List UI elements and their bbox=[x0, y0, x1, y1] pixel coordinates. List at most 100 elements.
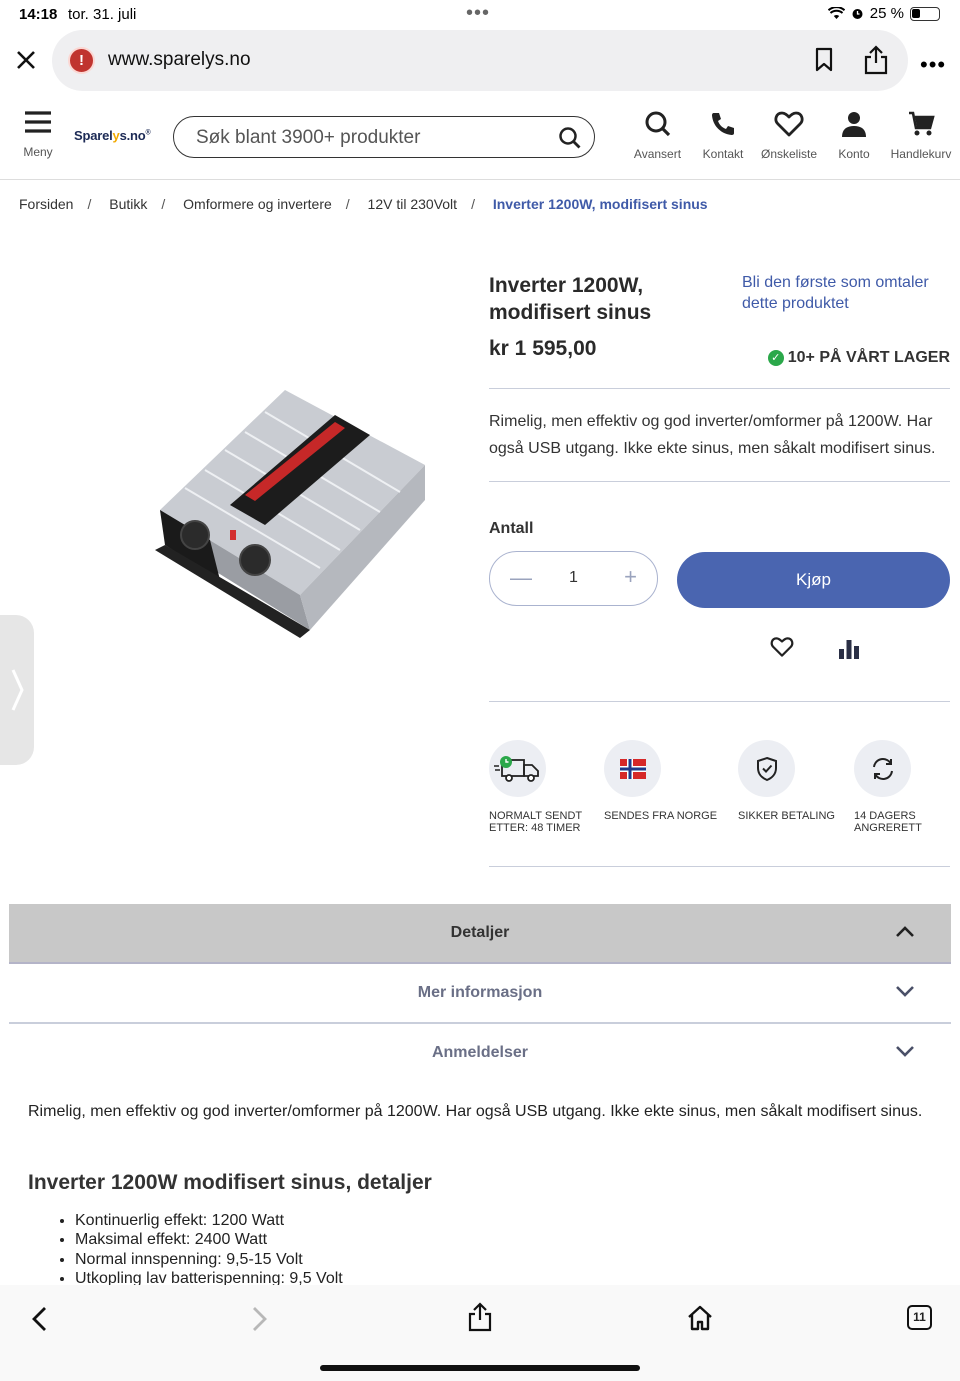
back-icon[interactable] bbox=[30, 1305, 50, 1333]
search-icon[interactable] bbox=[558, 126, 582, 150]
buy-button[interactable]: Kjøp bbox=[677, 552, 950, 608]
divider bbox=[489, 481, 950, 482]
divider bbox=[489, 388, 950, 389]
spec-item: Kontinuerlig effekt: 1200 Watt bbox=[75, 1211, 343, 1230]
browser-bar: ! www.sparelys.no ••• bbox=[0, 30, 960, 92]
breadcrumb-home[interactable]: Forsiden bbox=[19, 196, 73, 212]
nav-label-advanced: Avansert bbox=[633, 147, 682, 161]
refresh-icon bbox=[872, 757, 893, 780]
wishlist-heart-icon[interactable] bbox=[770, 636, 794, 658]
site-header: Meny Sparelys.no® Søk blant 3900+ produk… bbox=[0, 100, 960, 180]
side-drawer-tab[interactable] bbox=[0, 615, 34, 765]
minus-icon[interactable]: — bbox=[510, 565, 532, 591]
breadcrumb: Forsiden / Butikk / Omformere og invertere… bbox=[19, 196, 708, 212]
nav-advanced-search[interactable]: Avansert bbox=[630, 110, 685, 161]
logo-text-end: s.no bbox=[119, 128, 146, 143]
address-bar[interactable]: ! www.sparelys.no bbox=[52, 30, 908, 91]
tab-details-label: Detaljer bbox=[450, 924, 510, 941]
details-heading: Inverter 1200W modifisert sinus, detalje… bbox=[28, 1171, 432, 1194]
chevron-up-icon bbox=[896, 926, 914, 937]
tab-reviews[interactable]: Anmeldelser bbox=[9, 1024, 951, 1084]
nav-cart[interactable]: Handlekurv bbox=[888, 110, 954, 161]
usp-label: 14 DAGERS ANGRERETT bbox=[854, 810, 922, 834]
logo-text: Sparel bbox=[74, 128, 113, 143]
menu-label: Meny bbox=[23, 145, 53, 159]
user-icon bbox=[842, 112, 866, 137]
usp-label: SIKKER BETALING bbox=[738, 810, 835, 822]
more-options-icon[interactable]: ••• bbox=[920, 52, 946, 78]
nav-label-contact: Kontakt bbox=[702, 147, 744, 161]
usp-label: NORMALT SENDT ETTER: 48 TIMER bbox=[489, 810, 582, 834]
phone-icon bbox=[712, 113, 734, 135]
menu-button[interactable]: Meny bbox=[20, 110, 56, 159]
breadcrumb-shop[interactable]: Butikk bbox=[109, 196, 147, 212]
share-icon[interactable] bbox=[466, 1301, 494, 1333]
status-bar: 14:18 tor. 31. juli ••• 25 % bbox=[0, 0, 960, 28]
usp-label: SENDES FRA NORGE bbox=[604, 810, 718, 822]
compare-icon[interactable] bbox=[838, 638, 860, 660]
breadcrumb-current: Inverter 1200W, modifisert sinus bbox=[492, 196, 708, 212]
check-icon: ✓ bbox=[767, 350, 784, 366]
usp-delivery: NORMALT SENDT ETTER: 48 TIMER bbox=[489, 740, 604, 834]
nav-account[interactable]: Konto bbox=[834, 110, 874, 161]
divider bbox=[489, 866, 950, 867]
review-link[interactable]: Bli den første som omtaler dette produkt… bbox=[742, 272, 952, 314]
chevron-down-icon bbox=[896, 986, 914, 997]
product-title: Inverter 1200W, modifisert sinus bbox=[489, 274, 652, 324]
nav-label-account: Konto bbox=[838, 147, 870, 161]
home-icon[interactable] bbox=[686, 1304, 714, 1332]
nav-label-wishlist: Ønskeliste bbox=[760, 147, 818, 161]
spec-item: Normal innspenning: 9,5-15 Volt bbox=[75, 1250, 343, 1269]
spec-list: Kontinuerlig effekt: 1200 Watt Maksimal … bbox=[75, 1211, 343, 1288]
site-logo[interactable]: Sparelys.no® bbox=[74, 128, 151, 143]
cart-icon bbox=[909, 111, 935, 136]
multitask-dots-icon[interactable]: ••• bbox=[466, 2, 490, 25]
chevron-down-icon bbox=[896, 1046, 914, 1057]
spec-item: Maksimal effekt: 2400 Watt bbox=[75, 1230, 343, 1249]
status-right: 25 % bbox=[827, 5, 940, 22]
shield-check-icon bbox=[756, 756, 777, 781]
quantity-label: Antall bbox=[489, 520, 534, 537]
nav-label-cart: Handlekurv bbox=[890, 147, 952, 161]
quantity-value[interactable]: 1 bbox=[569, 569, 578, 587]
advanced-search-icon bbox=[645, 111, 670, 137]
heart-icon bbox=[774, 111, 804, 137]
search-placeholder: Søk blant 3900+ produkter bbox=[196, 127, 421, 148]
delivery-truck-icon bbox=[493, 755, 539, 782]
battery-percent: 25 % bbox=[869, 5, 904, 22]
tab-reviews-label: Anmeldelser bbox=[431, 1044, 529, 1061]
details-intro: Rimelig, men effektiv og god inverter/om… bbox=[28, 1103, 923, 1120]
divider bbox=[489, 701, 950, 702]
nav-wishlist[interactable]: Ønskeliste bbox=[758, 110, 820, 161]
url-text[interactable]: www.sparelys.no bbox=[108, 49, 251, 71]
norway-flag-icon bbox=[619, 758, 646, 779]
battery-icon bbox=[910, 6, 940, 21]
product-image[interactable] bbox=[150, 380, 440, 640]
tab-more-info[interactable]: Mer informasjon bbox=[9, 964, 951, 1024]
product-price: kr 1 595,00 bbox=[489, 337, 597, 360]
wifi-icon bbox=[827, 7, 845, 19]
forward-icon[interactable] bbox=[249, 1305, 269, 1333]
plus-icon[interactable]: + bbox=[624, 564, 637, 590]
quantity-stepper[interactable]: — 1 + bbox=[489, 551, 658, 606]
share-icon[interactable] bbox=[862, 44, 890, 76]
stock-text: 10+ PÅ VÅRT LAGER bbox=[787, 349, 950, 366]
alarm-icon bbox=[852, 9, 863, 19]
bookmark-icon[interactable] bbox=[812, 46, 836, 74]
logo-accent: y bbox=[112, 128, 120, 143]
status-time: 14:18 bbox=[19, 6, 58, 23]
breadcrumb-category[interactable]: Omformere og invertere bbox=[183, 196, 332, 212]
search-input[interactable]: Søk blant 3900+ produkter bbox=[173, 116, 595, 158]
breadcrumb-subcategory[interactable]: 12V til 230Volt bbox=[368, 196, 458, 212]
usp-return-policy: 14 DAGERS ANGRERETT bbox=[854, 740, 944, 834]
status-date: tor. 31. juli bbox=[68, 6, 137, 23]
nav-contact[interactable]: Kontakt bbox=[698, 110, 748, 161]
usp-secure-payment: SIKKER BETALING bbox=[738, 740, 853, 822]
tab-more-info-label: Mer informasjon bbox=[417, 984, 543, 1001]
security-warning-icon[interactable]: ! bbox=[68, 47, 95, 74]
tab-details[interactable]: Detaljer bbox=[9, 904, 951, 964]
tabs-button[interactable]: 11 bbox=[907, 1305, 932, 1330]
product-description: Rimelig, men effektiv og god inverter/om… bbox=[489, 413, 936, 457]
close-icon[interactable] bbox=[12, 46, 40, 74]
hamburger-icon bbox=[25, 111, 51, 133]
